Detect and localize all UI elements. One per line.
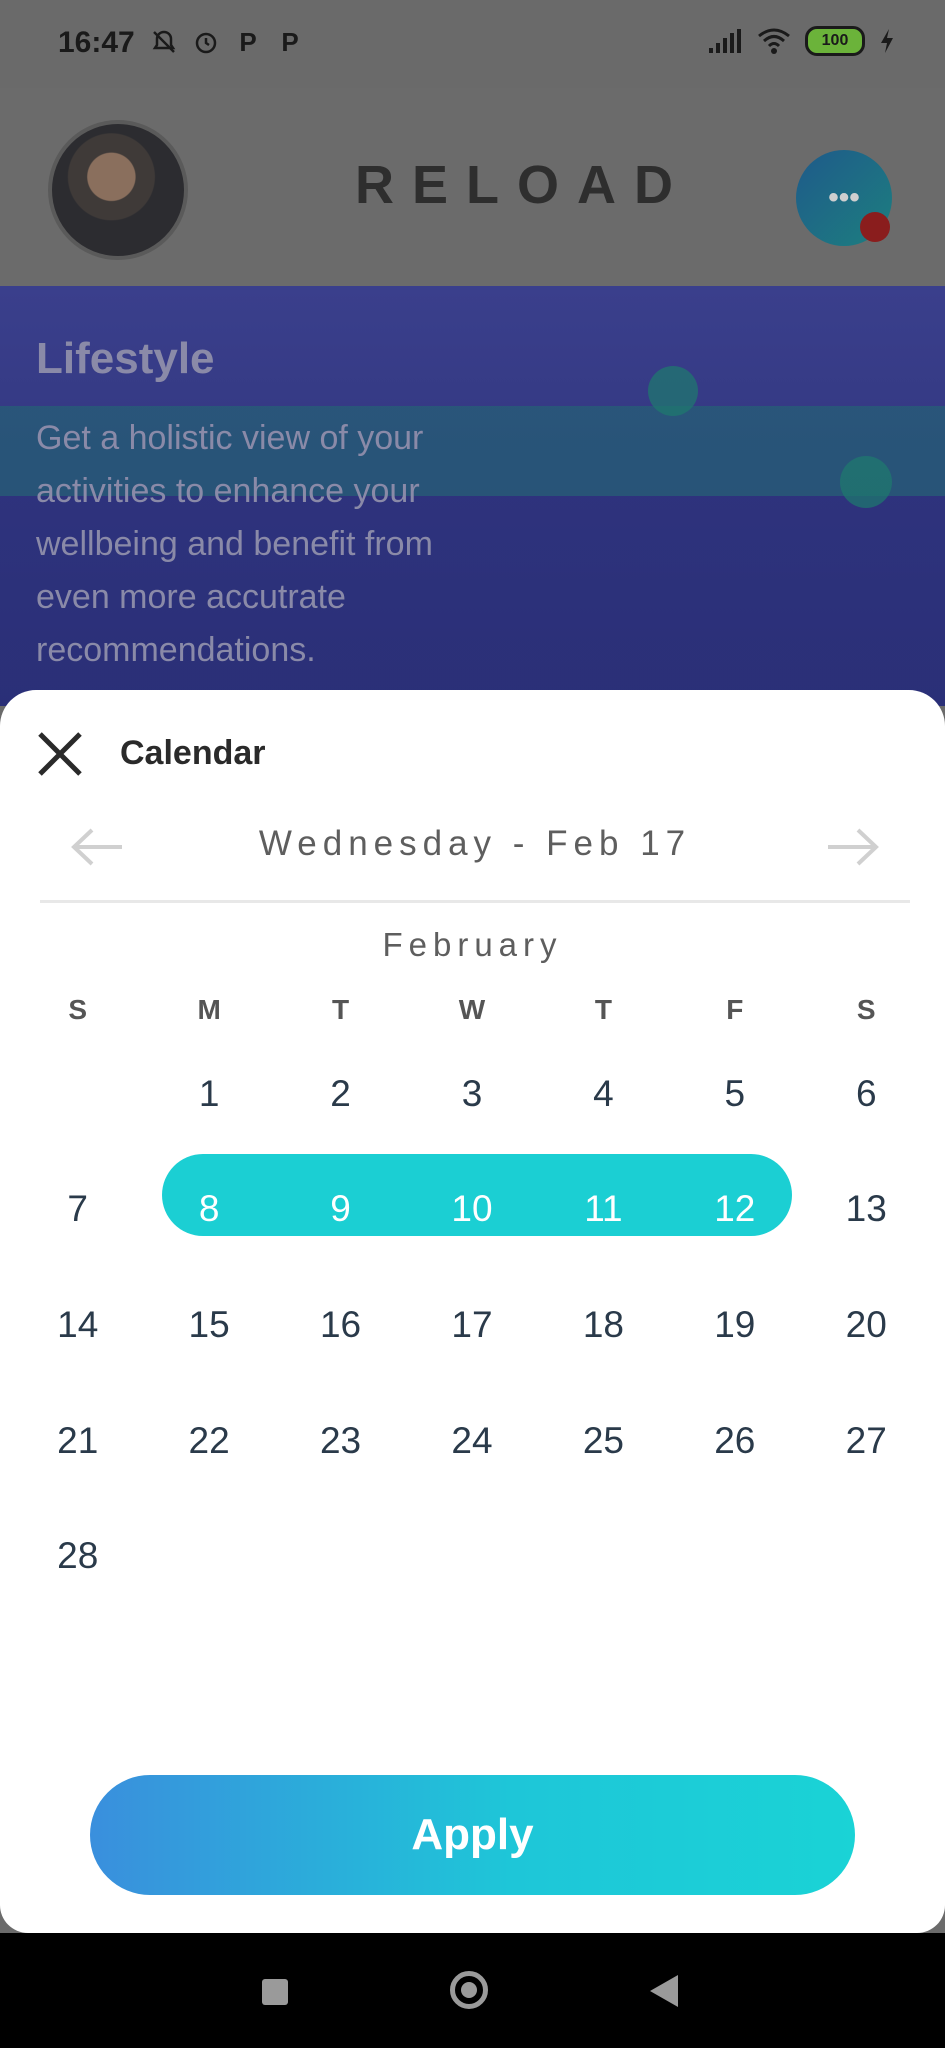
status-system-icons: 100 — [707, 26, 895, 56]
day-cell[interactable]: 1 — [143, 1052, 274, 1136]
weekday-label: M — [197, 994, 221, 1025]
close-icon — [38, 732, 82, 776]
day-cell-selected[interactable]: 12 — [669, 1167, 800, 1251]
day-cell[interactable]: 27 — [801, 1399, 932, 1483]
day-cell — [12, 1052, 143, 1136]
day-cell — [538, 1514, 669, 1598]
parking-app-icon: P — [239, 26, 257, 57]
week-row: 21 22 23 24 25 26 27 — [12, 1399, 932, 1483]
avatar[interactable] — [48, 120, 188, 260]
selected-date-label: Wednesday - Feb 17 — [258, 824, 692, 863]
day-cell[interactable]: 24 — [406, 1399, 537, 1483]
day-cell[interactable]: 15 — [143, 1283, 274, 1367]
illustration-blob — [648, 366, 698, 416]
weekday-label: T — [594, 994, 612, 1025]
status-notification-icons: P P — [150, 26, 304, 57]
calendar-sheet: Calendar Wednesday - Feb 17 February S M… — [0, 690, 945, 1933]
day-cell — [143, 1514, 274, 1598]
day-cell[interactable]: 20 — [801, 1283, 932, 1367]
home-button[interactable] — [450, 1971, 488, 2009]
status-time: 16:47 — [58, 26, 135, 59]
day-cell — [669, 1514, 800, 1598]
day-cell[interactable]: 2 — [275, 1052, 406, 1136]
mute-icon — [150, 28, 178, 56]
weekday-label: F — [726, 994, 744, 1025]
apply-button[interactable]: Apply — [90, 1775, 855, 1895]
signal-icon — [709, 29, 741, 53]
day-cell[interactable]: 5 — [669, 1052, 800, 1136]
day-cell[interactable]: 19 — [669, 1283, 800, 1367]
week-row: 28 — [12, 1514, 932, 1598]
status-bar: 16:47 P P 100 — [0, 0, 945, 88]
day-cell[interactable]: 6 — [801, 1052, 932, 1136]
day-cell[interactable]: 25 — [538, 1399, 669, 1483]
day-cell-selected[interactable]: 10 — [406, 1167, 537, 1251]
month-label: February — [382, 926, 563, 963]
arrow-right-icon — [828, 828, 879, 866]
day-cell[interactable]: 28 — [12, 1514, 143, 1598]
day-cell[interactable]: 3 — [406, 1052, 537, 1136]
day-cell[interactable]: 16 — [275, 1283, 406, 1367]
weekday-label: T — [332, 994, 350, 1025]
weekday-header: S M T W T F S — [12, 994, 932, 1026]
battery-icon: 100 — [805, 26, 865, 56]
week-row: 1 2 3 4 5 6 — [12, 1052, 932, 1136]
illustration-blob-2 — [840, 456, 892, 508]
sheet-title: Calendar — [120, 734, 266, 772]
weekday-label: S — [68, 994, 88, 1025]
day-cell[interactable]: 4 — [538, 1052, 669, 1136]
hero-title: Lifestyle — [36, 334, 215, 383]
day-cell[interactable]: 26 — [669, 1399, 800, 1483]
day-cell-selected[interactable]: 9 — [275, 1167, 406, 1251]
notification-badge — [860, 212, 890, 242]
recents-button[interactable] — [262, 1979, 288, 2005]
day-cell[interactable]: 18 — [538, 1283, 669, 1367]
next-day-button[interactable] — [822, 822, 882, 872]
charging-icon — [881, 29, 893, 53]
system-navigation-bar — [0, 1933, 945, 2048]
app-header: RELOAD ••• — [0, 88, 945, 286]
week-row: 14 15 16 17 18 19 20 — [12, 1283, 932, 1367]
day-cell-selected[interactable]: 8 — [143, 1167, 274, 1251]
day-cell — [275, 1514, 406, 1598]
day-cell[interactable]: 7 — [12, 1167, 143, 1251]
hero-description: Get a holistic view of your activities t… — [36, 419, 433, 669]
wifi-icon — [758, 28, 790, 54]
day-cell[interactable]: 17 — [406, 1283, 537, 1367]
weekday-label: W — [458, 994, 486, 1025]
date-navigator: Wednesday - Feb 17 — [40, 810, 910, 892]
parking-app-icon-2: P — [281, 26, 299, 57]
day-cell[interactable]: 14 — [12, 1283, 143, 1367]
day-cell[interactable]: 21 — [12, 1399, 143, 1483]
app-logo: RELOAD — [355, 155, 691, 215]
week-row: 7 8 9 10 11 12 13 — [12, 1167, 932, 1251]
day-cell[interactable]: 13 — [801, 1167, 932, 1251]
day-cell — [406, 1514, 537, 1598]
day-cell — [801, 1514, 932, 1598]
alarm-icon — [192, 28, 220, 56]
lifestyle-hero: Lifestyle Get a holistic view of your ac… — [0, 286, 945, 706]
close-button[interactable] — [30, 724, 90, 784]
day-cell-selected[interactable]: 11 — [538, 1167, 669, 1251]
day-cell[interactable]: 22 — [143, 1399, 274, 1483]
weekday-label: S — [856, 994, 876, 1025]
divider — [40, 900, 910, 903]
back-button[interactable] — [650, 1975, 678, 2007]
day-cell[interactable]: 23 — [275, 1399, 406, 1483]
